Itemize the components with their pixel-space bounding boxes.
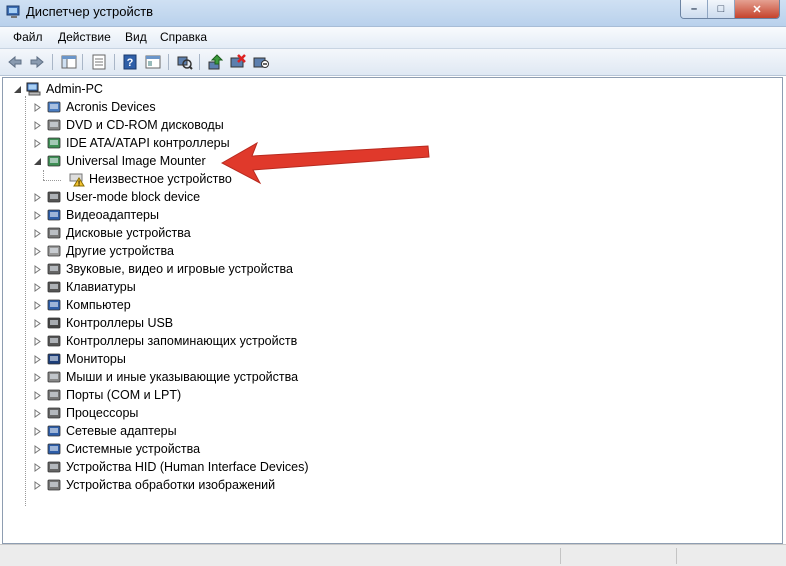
red-arrow-icon: [220, 141, 430, 185]
status-bar: [0, 544, 786, 566]
status-divider: [560, 548, 561, 564]
status-divider: [676, 548, 677, 564]
